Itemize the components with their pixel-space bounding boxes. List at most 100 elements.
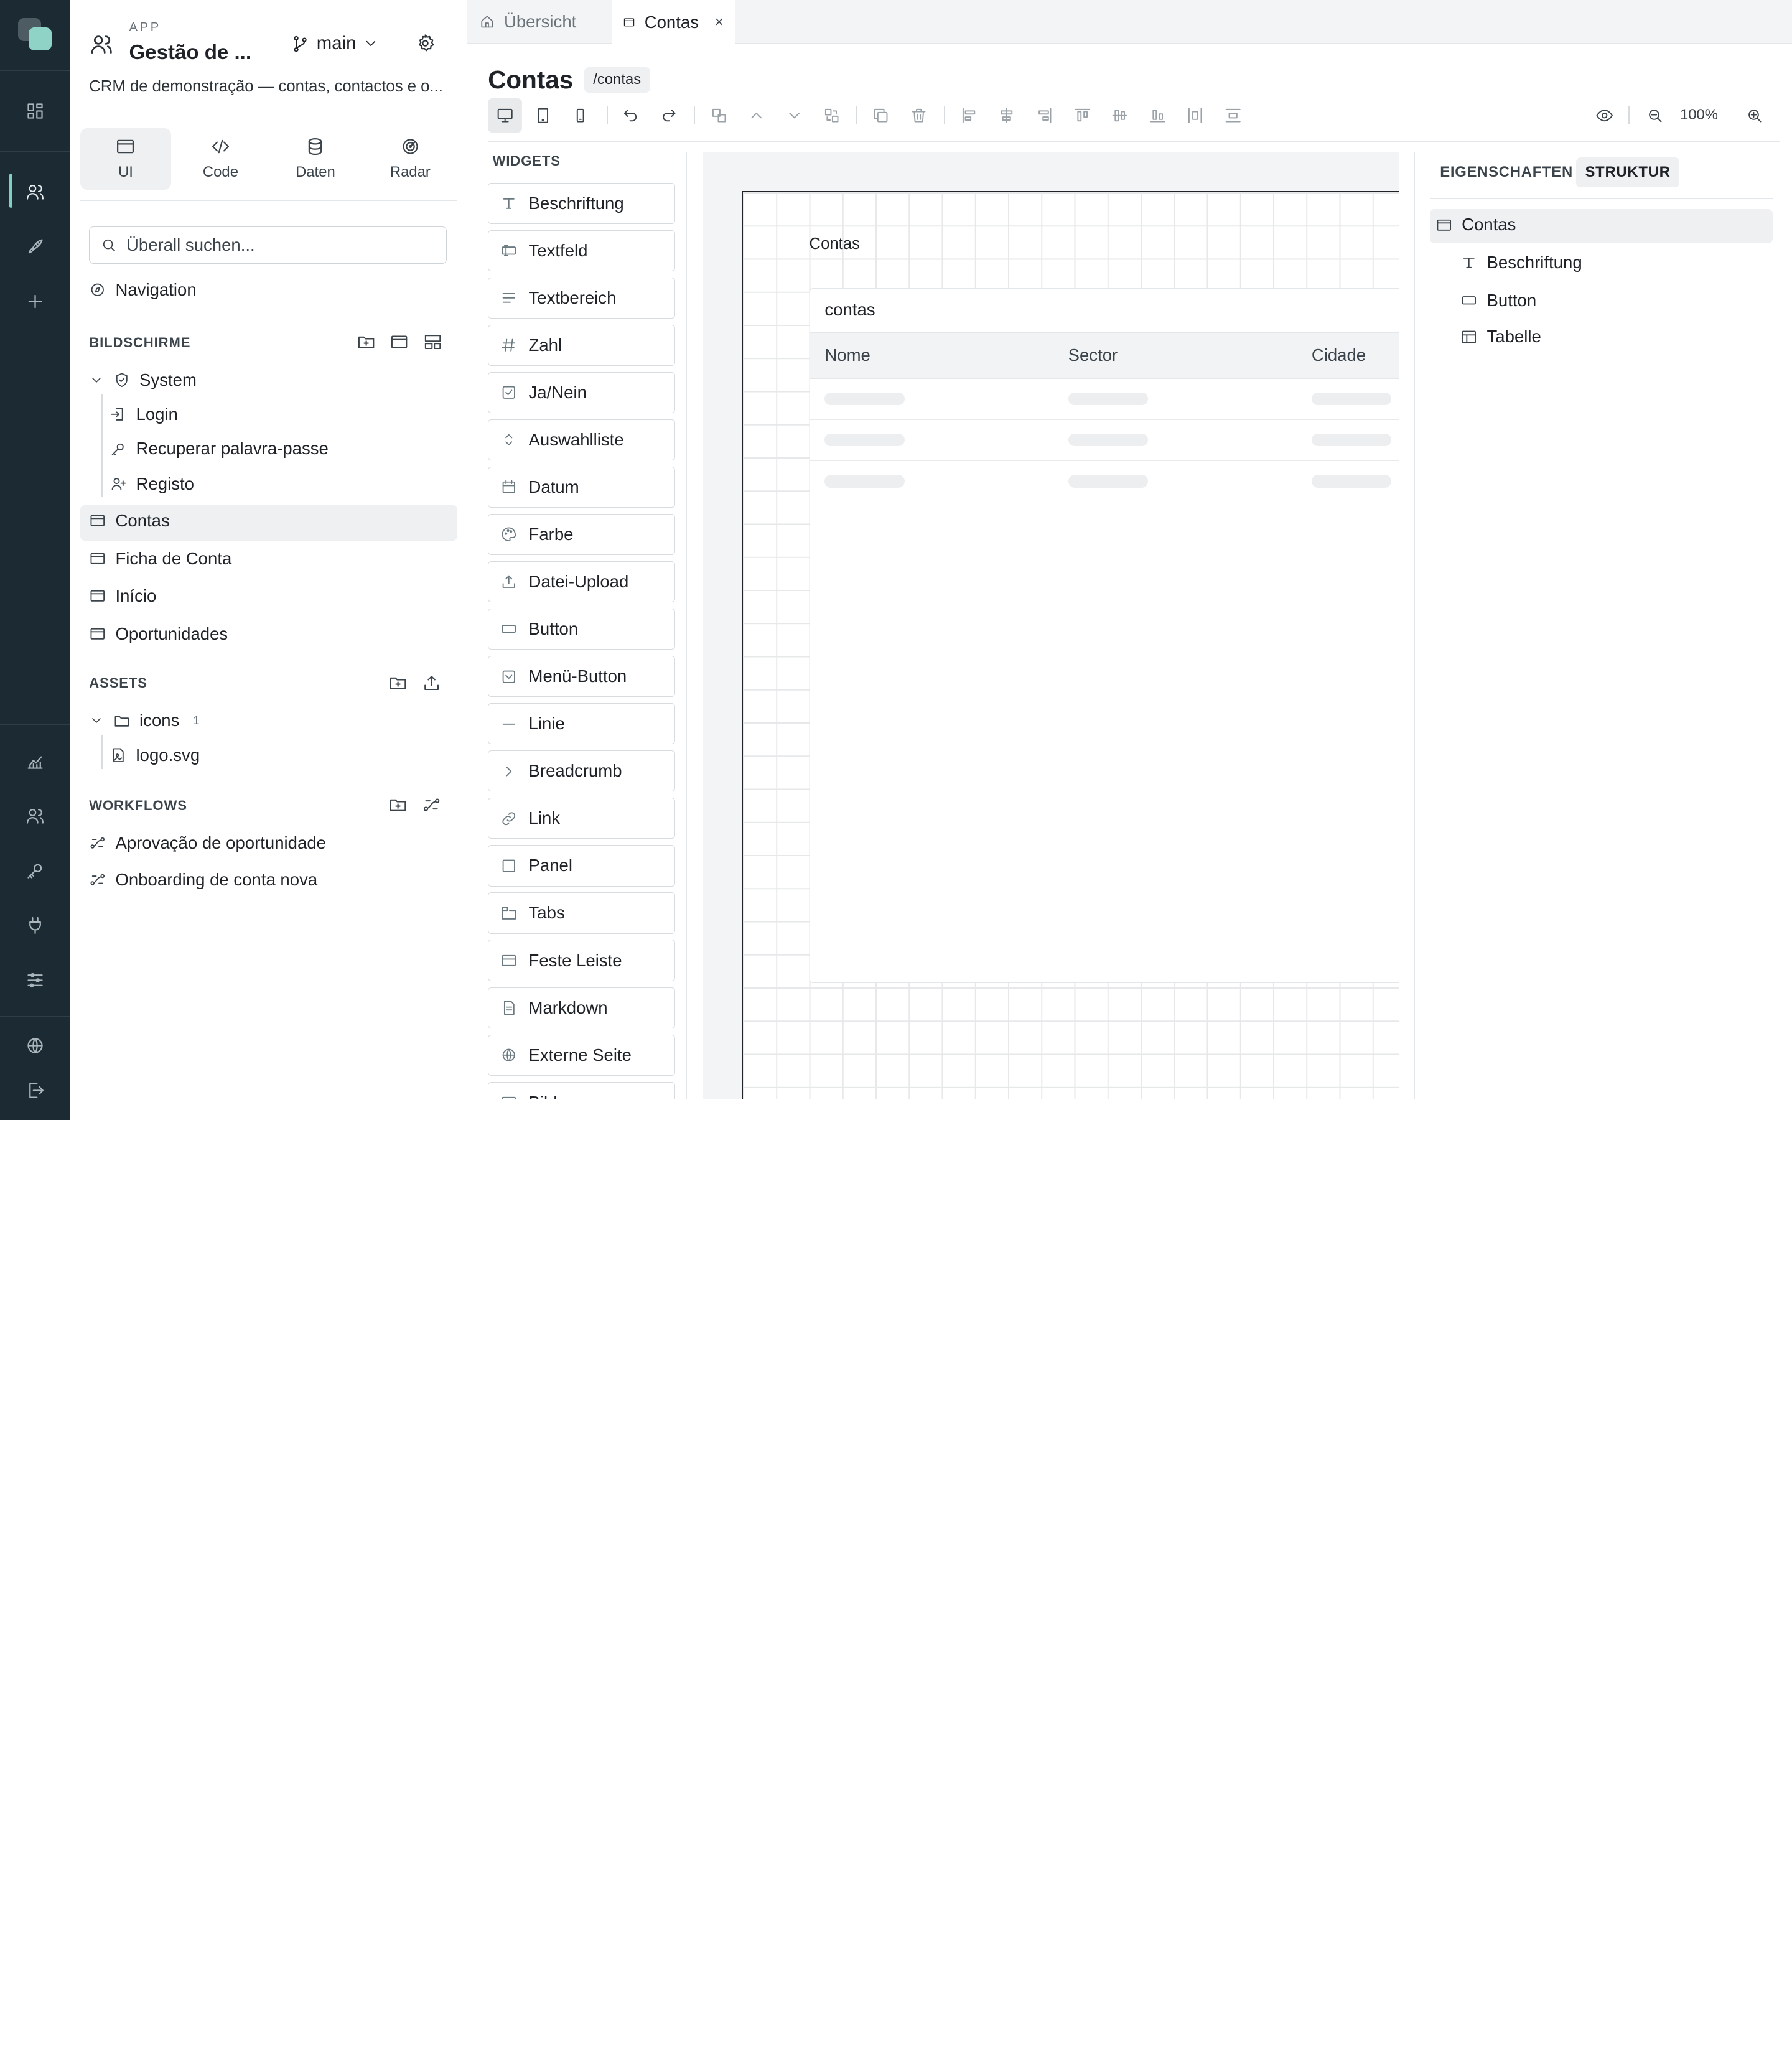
close-icon[interactable]: × bbox=[715, 14, 724, 31]
logout-icon[interactable] bbox=[23, 1078, 48, 1103]
user-plus-icon bbox=[111, 478, 126, 491]
login-icon bbox=[111, 408, 123, 421]
move-up-button[interactable] bbox=[739, 98, 773, 133]
logo[interactable] bbox=[18, 18, 52, 52]
structure-item-button[interactable]: Button bbox=[1460, 291, 1536, 310]
widget-textfeld[interactable]: Textfeld bbox=[488, 230, 676, 271]
mobile-view-button[interactable] bbox=[563, 98, 597, 133]
widget-panel[interactable]: Panel bbox=[488, 845, 676, 887]
workflow-item-onboarding[interactable]: Onboarding de conta nova bbox=[89, 870, 317, 890]
structure-root-contas[interactable]: Contas bbox=[1435, 215, 1516, 235]
canvas-table-widget[interactable]: contas Nome Sector Cidade bbox=[809, 287, 1399, 983]
move-down-button[interactable] bbox=[777, 98, 811, 133]
screen-item-contas[interactable]: Contas bbox=[89, 511, 170, 531]
widget-datum[interactable]: Datum bbox=[488, 467, 676, 508]
widget-ja-nein[interactable]: Ja/Nein bbox=[488, 372, 676, 414]
tab-ui-label: UI bbox=[118, 164, 133, 181]
structure-item-tabelle[interactable]: Tabelle bbox=[1460, 327, 1541, 347]
widget-tabs[interactable]: Tabs bbox=[488, 892, 676, 934]
new-screen-icon[interactable] bbox=[390, 332, 409, 352]
dashboard-icon[interactable] bbox=[23, 98, 48, 123]
widget-farbe[interactable]: Farbe bbox=[488, 514, 676, 556]
screen-frame[interactable]: Contas contas Nome Sector Cidade bbox=[742, 190, 1399, 1099]
widget-link[interactable]: Link bbox=[488, 798, 676, 839]
workflow-icon[interactable] bbox=[422, 795, 441, 814]
align-right-button[interactable] bbox=[1027, 98, 1062, 133]
screen-item-register[interactable]: Registo bbox=[110, 474, 194, 494]
distribute-vertical-button[interactable] bbox=[1216, 98, 1250, 133]
asset-folder-icons[interactable]: icons 1 bbox=[89, 711, 200, 730]
widget-datei-upload[interactable]: Datei-Upload bbox=[488, 561, 676, 603]
screen-item-login[interactable]: Login bbox=[110, 404, 178, 424]
tablet-view-button[interactable] bbox=[526, 98, 560, 133]
tab-radar[interactable]: Radar bbox=[365, 128, 456, 190]
tab-code[interactable]: Code bbox=[175, 128, 266, 190]
screen-item-recover-password[interactable]: Recuperar palavra-passe bbox=[110, 439, 329, 459]
plug-icon[interactable] bbox=[23, 913, 48, 938]
zoom-out-button[interactable] bbox=[1638, 98, 1672, 133]
align-center-h-button[interactable] bbox=[990, 98, 1024, 133]
redo-button[interactable] bbox=[651, 98, 686, 133]
screen-item-inicio[interactable]: Início bbox=[89, 586, 156, 606]
tab-ui[interactable]: UI bbox=[80, 128, 172, 190]
align-left-button[interactable] bbox=[952, 98, 986, 133]
branch-selector[interactable]: main bbox=[291, 33, 380, 54]
widget-button[interactable]: Button bbox=[488, 609, 676, 650]
widget-linie[interactable]: Linie bbox=[488, 703, 676, 745]
group-button[interactable] bbox=[702, 98, 736, 133]
screen-item-ficha-de-conta[interactable]: Ficha de Conta bbox=[89, 549, 231, 569]
team-icon[interactable] bbox=[23, 803, 48, 828]
duplicate-button[interactable] bbox=[864, 98, 898, 133]
tab-contas[interactable]: Contas × bbox=[611, 0, 735, 45]
widget-breadcrumb[interactable]: Breadcrumb bbox=[488, 750, 676, 792]
tree-group-system[interactable]: System bbox=[89, 370, 197, 390]
new-folder-icon[interactable] bbox=[388, 795, 408, 814]
git-branch-icon bbox=[293, 35, 307, 52]
analytics-icon[interactable] bbox=[23, 749, 48, 773]
tab-ubersicht[interactable]: Übersicht bbox=[467, 0, 611, 44]
globe-icon[interactable] bbox=[23, 1033, 48, 1058]
align-top-button[interactable] bbox=[1065, 98, 1099, 133]
canvas-label-widget[interactable]: Contas bbox=[810, 235, 860, 253]
align-bottom-button[interactable] bbox=[1141, 98, 1175, 133]
tab-eigenschaften[interactable]: EIGENSCHAFTEN bbox=[1431, 157, 1582, 187]
new-folder-icon[interactable] bbox=[357, 332, 376, 352]
tab-daten[interactable]: Daten bbox=[269, 128, 361, 190]
workflow-item-aprovacao[interactable]: Aprovação de oportunidade bbox=[89, 833, 326, 853]
distribute-horizontal-button[interactable] bbox=[1178, 98, 1213, 133]
delete-button[interactable] bbox=[902, 98, 936, 133]
widget-markdown[interactable]: Markdown bbox=[488, 987, 676, 1028]
widget-beschriftung[interactable]: Beschriftung bbox=[488, 182, 676, 224]
desktop-view-button[interactable] bbox=[488, 98, 523, 133]
asset-file-logo[interactable]: logo.svg bbox=[110, 745, 200, 765]
plus-icon[interactable] bbox=[23, 289, 48, 314]
widget-feste-leiste[interactable]: Feste Leiste bbox=[488, 940, 676, 981]
tab-struktur[interactable]: STRUKTUR bbox=[1575, 157, 1680, 188]
search-input[interactable]: Überall suchen... bbox=[89, 226, 447, 264]
sliders-icon[interactable] bbox=[23, 968, 48, 993]
rocket-icon[interactable] bbox=[23, 235, 48, 259]
undo-button[interactable] bbox=[614, 98, 648, 133]
preview-button[interactable] bbox=[1587, 98, 1622, 133]
ungroup-button[interactable] bbox=[815, 98, 849, 133]
screen-item-oportunidades[interactable]: Oportunidades bbox=[89, 624, 228, 644]
widget-auswahlliste[interactable]: Auswahlliste bbox=[488, 419, 676, 461]
widget-zahl[interactable]: Zahl bbox=[488, 324, 676, 366]
settings-button[interactable] bbox=[415, 33, 436, 54]
zoom-in-button[interactable] bbox=[1737, 98, 1771, 133]
design-canvas[interactable]: Contas contas Nome Sector Cidade bbox=[702, 152, 1399, 1099]
widget-externe-seite[interactable]: Externe Seite bbox=[488, 1034, 676, 1076]
users-icon[interactable] bbox=[23, 179, 48, 204]
widget-textbereich[interactable]: Textbereich bbox=[488, 277, 676, 319]
structure-item-label: Contas bbox=[1462, 215, 1516, 235]
widget-men-button[interactable]: Menü-Button bbox=[488, 656, 676, 697]
widget-label: Bild bbox=[529, 1093, 558, 1099]
navigation-item[interactable]: Navigation bbox=[89, 280, 197, 300]
structure-item-beschriftung[interactable]: Beschriftung bbox=[1460, 253, 1582, 273]
key-icon[interactable] bbox=[23, 858, 48, 883]
align-center-v-button[interactable] bbox=[1103, 98, 1137, 133]
upload-icon[interactable] bbox=[422, 673, 441, 693]
widget-bild[interactable]: Bild bbox=[488, 1081, 676, 1099]
new-folder-icon[interactable] bbox=[388, 673, 408, 693]
layout-template-icon[interactable] bbox=[423, 332, 442, 352]
